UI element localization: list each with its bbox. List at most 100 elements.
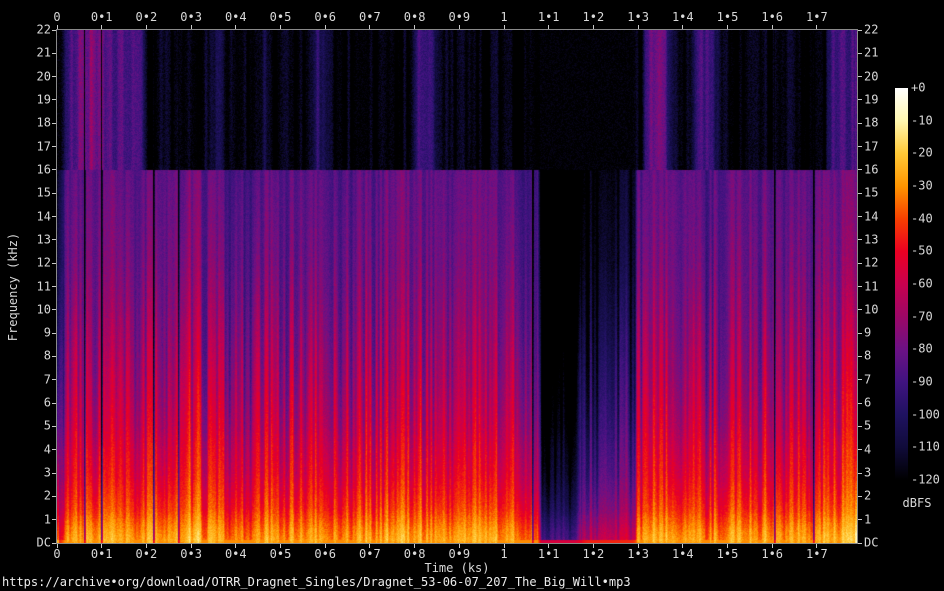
source-url-text: https://archive•org/download/OTRR_Dragne… xyxy=(2,575,631,589)
y-tick-mark xyxy=(52,29,56,31)
y-tick-mark xyxy=(858,355,862,357)
x-tick-label: 0•3 xyxy=(180,10,202,24)
y-tick-label: 8 xyxy=(43,348,51,363)
x-tick-label: 1•1 xyxy=(537,547,560,561)
colorbar-tick-label: -100 xyxy=(911,407,940,422)
x-tick-label: 0•6 xyxy=(314,547,337,561)
y-tick-label: DC xyxy=(36,535,51,550)
y-tick-mark xyxy=(858,519,862,521)
x-tick-label: 0 xyxy=(53,547,61,561)
x-tick-label: 0•1 xyxy=(90,10,113,24)
y-tick-label: 13 xyxy=(864,232,879,247)
y-tick-mark xyxy=(52,169,56,171)
x-tick-mark xyxy=(235,25,237,29)
x-tick-label: 0•7 xyxy=(359,10,381,24)
y-tick-label: 6 xyxy=(43,395,51,410)
y-tick-label: 4 xyxy=(864,442,872,457)
y-tick-label: 15 xyxy=(36,185,51,200)
x-tick-mark xyxy=(56,25,58,29)
y-tick-label: 14 xyxy=(36,209,51,224)
x-tick-label: 1•5 xyxy=(716,10,739,24)
x-tick-label: 0•2 xyxy=(135,10,158,24)
x-tick-label: 1 xyxy=(500,547,508,561)
x-tick-label: 1•3 xyxy=(627,547,649,561)
y-tick-label: 14 xyxy=(864,209,879,224)
y-tick-mark xyxy=(52,216,56,218)
y-tick-label: 19 xyxy=(36,92,51,107)
x-tick-label: 1•5 xyxy=(716,547,739,561)
y-tick-label: 20 xyxy=(36,69,51,84)
y-tick-mark xyxy=(52,99,56,101)
x-tick-mark xyxy=(324,25,326,29)
y-tick-mark xyxy=(52,542,56,544)
y-tick-label: 3 xyxy=(864,465,872,480)
y-tick-mark xyxy=(858,239,862,241)
y-tick-label: 10 xyxy=(864,302,879,317)
y-tick-label: 16 xyxy=(864,162,879,177)
x-tick-mark xyxy=(503,25,505,29)
y-tick-mark xyxy=(858,262,862,264)
y-tick-mark xyxy=(52,355,56,357)
y-tick-mark xyxy=(858,402,862,404)
y-tick-label: 18 xyxy=(864,115,879,130)
colorbar-tick-label: +0 xyxy=(911,80,926,95)
x-tick-mark xyxy=(727,25,728,29)
y-tick-mark xyxy=(52,495,56,497)
x-tick-mark xyxy=(414,25,416,29)
y-tick-mark xyxy=(858,286,862,287)
y-tick-label: 22 xyxy=(36,22,51,37)
x-tick-label: 1•7 xyxy=(806,547,828,561)
x-tick-mark xyxy=(190,25,192,29)
colorbar-tick-label: -50 xyxy=(911,243,933,258)
y-tick-mark xyxy=(858,216,862,218)
x-tick-mark xyxy=(548,25,550,29)
y-axis-title: Frequency (kHz) xyxy=(6,232,20,342)
spectrogram-plot xyxy=(56,29,858,544)
colorbar-tick-label: -60 xyxy=(911,276,933,291)
y-tick-label: 21 xyxy=(864,45,879,60)
colorbar-tick-label: -30 xyxy=(911,178,933,193)
y-tick-label: 8 xyxy=(864,348,872,363)
y-tick-label: 12 xyxy=(864,255,879,270)
y-tick-mark xyxy=(52,449,56,451)
y-tick-mark xyxy=(52,146,56,148)
y-tick-label: 10 xyxy=(36,302,51,317)
x-tick-label: 1 xyxy=(500,10,508,24)
y-tick-mark xyxy=(858,472,862,474)
y-tick-label: 6 xyxy=(864,395,872,410)
x-tick-label: 1•6 xyxy=(761,547,784,561)
x-tick-mark xyxy=(592,25,594,29)
y-tick-mark xyxy=(858,146,862,148)
y-tick-label: 9 xyxy=(864,325,872,340)
x-axis-title: Time (ks) xyxy=(424,561,490,575)
x-tick-label: 1•7 xyxy=(806,10,828,24)
y-tick-mark xyxy=(858,332,862,334)
y-tick-label: 7 xyxy=(43,372,51,387)
x-tick-label: 0•6 xyxy=(314,10,337,24)
colorbar-tick-label: -110 xyxy=(911,439,940,454)
x-tick-label: 0•8 xyxy=(403,547,426,561)
y-tick-mark xyxy=(858,29,862,31)
y-tick-mark xyxy=(52,332,56,334)
x-tick-mark xyxy=(101,25,103,29)
x-tick-label: 0•4 xyxy=(224,547,247,561)
spectrogram-canvas xyxy=(57,30,857,543)
y-tick-mark xyxy=(52,379,56,381)
x-tick-mark xyxy=(458,25,460,29)
y-tick-label: 13 xyxy=(36,232,51,247)
y-tick-mark xyxy=(858,192,862,194)
y-tick-label: 7 xyxy=(864,372,872,387)
x-tick-label: 1•4 xyxy=(671,547,694,561)
x-tick-label: 0•4 xyxy=(224,10,247,24)
y-tick-mark xyxy=(858,99,862,101)
colorbar-tick-label: -10 xyxy=(911,113,933,128)
y-tick-mark xyxy=(858,169,862,171)
y-tick-label: 17 xyxy=(36,139,51,154)
y-tick-label: 1 xyxy=(43,512,51,527)
x-tick-label: 0•5 xyxy=(269,10,292,24)
x-tick-label: 1•1 xyxy=(537,10,560,24)
colorbar-tick-label: -90 xyxy=(911,374,933,389)
y-tick-mark xyxy=(52,402,56,404)
y-tick-mark xyxy=(858,425,862,427)
y-tick-label: 15 xyxy=(864,185,879,200)
